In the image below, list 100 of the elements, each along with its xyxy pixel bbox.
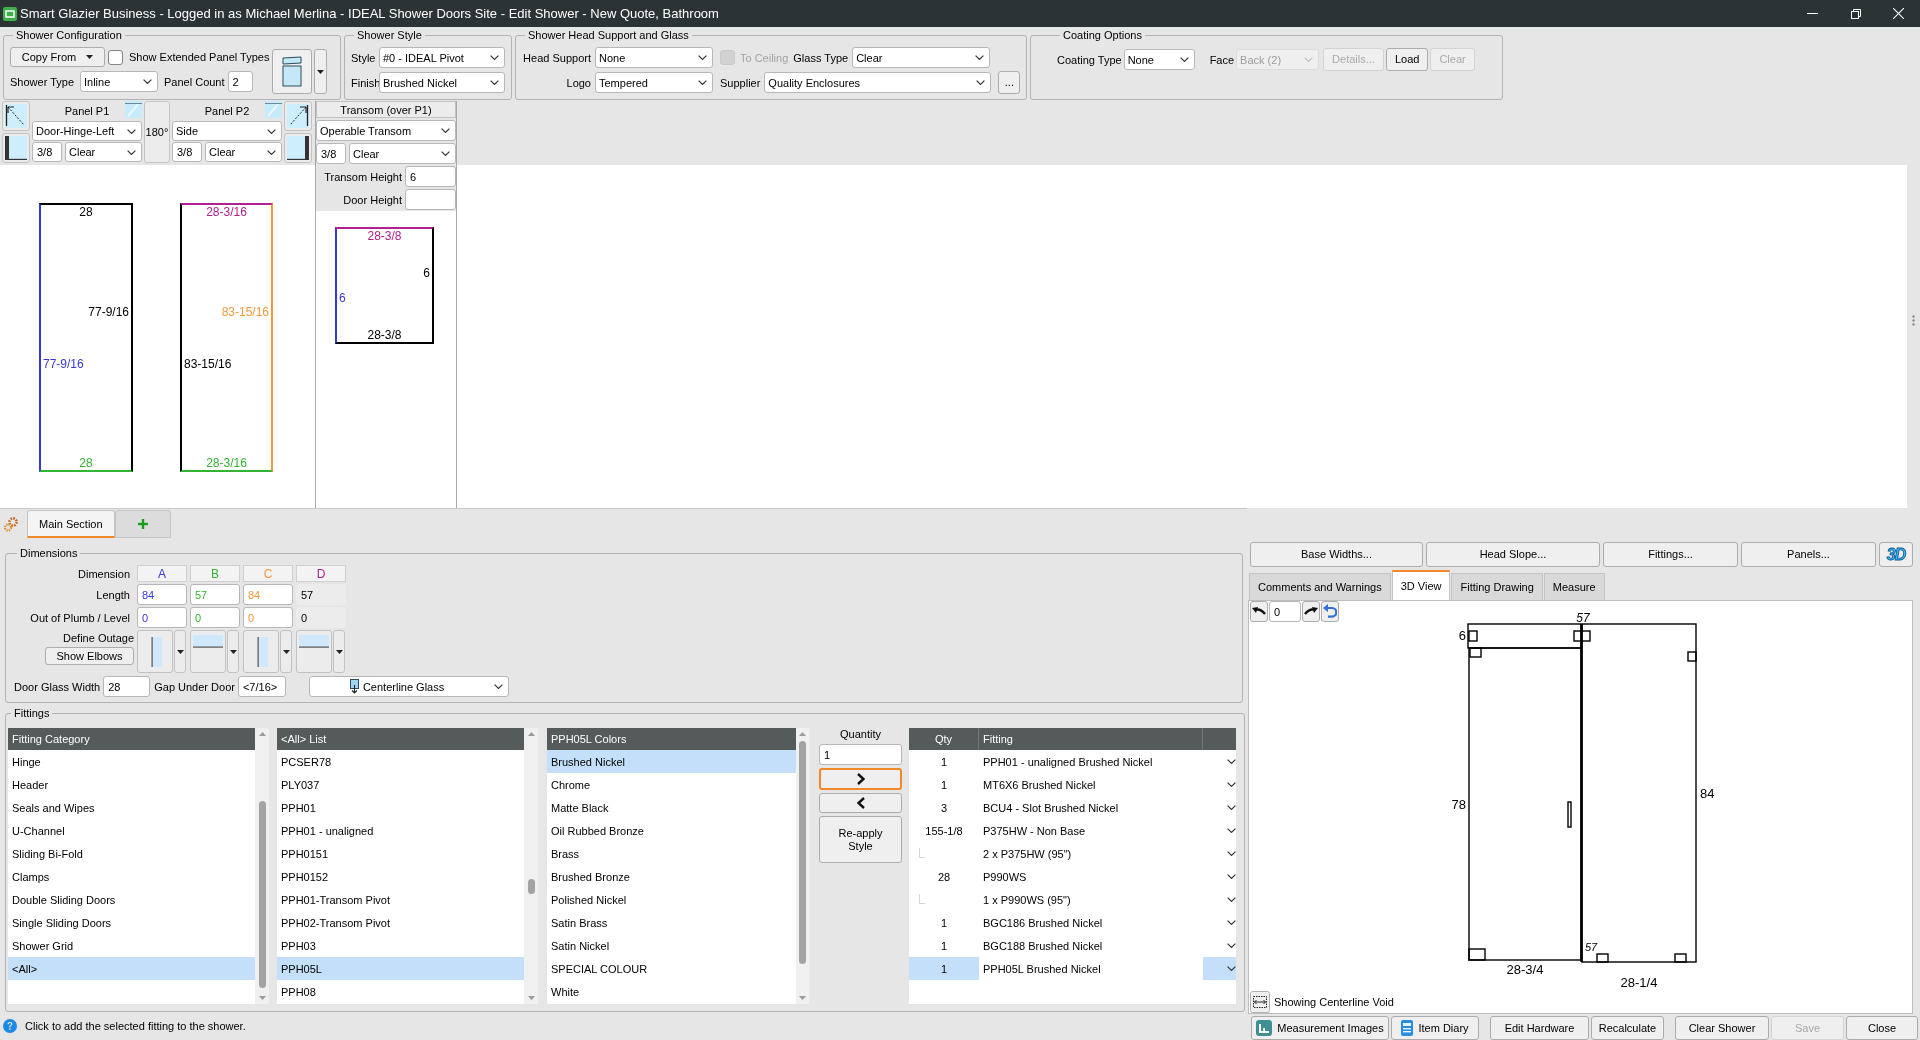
dialog-button[interactable]: Head Slope...	[1426, 542, 1600, 567]
scrollbar-thumb[interactable]	[527, 879, 535, 894]
coating-button[interactable]: Load	[1385, 48, 1429, 71]
dropdown[interactable]: Clear	[349, 143, 456, 164]
action-button[interactable]: Clear Shower	[1675, 1016, 1769, 1040]
chevron-down-icon	[143, 79, 152, 84]
text-field[interactable]: 6	[405, 166, 456, 187]
dropdown[interactable]: Clear	[65, 142, 142, 162]
text-field[interactable]	[405, 189, 456, 210]
dropdown[interactable]: Tempered	[595, 72, 713, 93]
dropdown[interactable]: Inline	[80, 71, 158, 92]
add-fitting-button[interactable]	[819, 768, 902, 790]
chevron-down-icon	[1227, 759, 1236, 764]
dropdown[interactable]: Quality Enclosures	[764, 72, 992, 93]
outage-menu-button[interactable]	[333, 630, 345, 673]
dropdown[interactable]: #0 - IDEAL Pivot	[379, 47, 505, 68]
panel-type-menu-button[interactable]	[314, 49, 327, 94]
list-item[interactable]: PPH05L	[277, 957, 524, 980]
dimension-label: 28	[79, 456, 93, 470]
action-button[interactable]: Close	[1846, 1016, 1918, 1040]
list-header: Fitting Category	[8, 728, 255, 750]
text-field[interactable]: 0	[137, 607, 187, 628]
outage-menu-button[interactable]	[280, 630, 292, 673]
more-button[interactable]: ...	[998, 71, 1021, 94]
text-field[interactable]: 1	[819, 744, 902, 765]
copy-from-button[interactable]: Copy From	[10, 47, 105, 67]
dialog-button[interactable]: Base Widths...	[1250, 542, 1423, 567]
group-title: Shower Head Support and Glass	[527, 28, 690, 42]
chevron-down-icon	[490, 55, 499, 60]
dropdown[interactable]: Clear	[205, 142, 282, 162]
field-label: Head Support	[522, 51, 591, 64]
row-label: Define Outage	[63, 632, 134, 644]
add-section-tab[interactable]	[114, 510, 171, 538]
text-field[interactable]: 28	[103, 676, 151, 697]
dropdown[interactable]: Brushed Nickel	[379, 72, 505, 93]
angle-button[interactable]: 180°	[144, 101, 170, 163]
view-tab[interactable]: Measure	[1543, 573, 1605, 600]
text-field[interactable]: 3/8	[316, 143, 346, 164]
restore-icon[interactable]	[1850, 8, 1861, 19]
dimension-label: 78	[1451, 797, 1466, 812]
view-tab[interactable]: Comments and Warnings	[1249, 573, 1391, 600]
view-tab[interactable]: 3D View	[1391, 570, 1451, 600]
dropdown[interactable]: None	[595, 47, 713, 68]
swing-direction-button[interactable]	[284, 101, 312, 131]
outage-menu-button[interactable]	[227, 630, 239, 673]
grip-icon[interactable]	[1912, 315, 1915, 326]
dialog-button[interactable]: Panels...	[1741, 542, 1876, 567]
panel-title: Panel P2	[204, 104, 250, 117]
outage-menu-button[interactable]	[174, 630, 186, 673]
scroll-up-icon	[799, 732, 806, 736]
scroll-down-icon	[527, 996, 535, 1000]
action-button[interactable]: Recalculate	[1591, 1016, 1664, 1040]
text-field[interactable]: 3/8	[172, 142, 202, 162]
dialog-button[interactable]: Fittings...	[1603, 542, 1738, 567]
text-field[interactable]: <7/16>	[237, 676, 286, 697]
tree-branch-icon	[919, 894, 925, 904]
field-label: Coating Type	[1057, 53, 1122, 66]
close-icon[interactable]	[1893, 8, 1904, 19]
chevron-right-icon	[856, 773, 865, 785]
reapply-style-button[interactable]: Re-apply Style	[819, 816, 902, 863]
action-button[interactable]: Item Diary	[1391, 1016, 1479, 1040]
panel-type-button[interactable]	[272, 49, 312, 94]
row-dropdown[interactable]	[1203, 957, 1236, 980]
remove-fitting-button[interactable]	[819, 793, 902, 813]
dropdown[interactable]: Side	[172, 121, 282, 141]
images-icon	[1256, 1020, 1273, 1036]
action-button[interactable]: Measurement Images	[1251, 1016, 1389, 1040]
chevron-down-icon	[267, 149, 276, 155]
action-button[interactable]: Edit Hardware	[1490, 1016, 1589, 1040]
scrollbar-thumb[interactable]	[258, 801, 266, 988]
dimension-label: 6	[423, 266, 430, 281]
rotate-right-button[interactable]	[1302, 601, 1320, 622]
dimension-label: 77-9/16	[43, 356, 84, 371]
undo-button[interactable]	[1321, 601, 1339, 622]
text-field[interactable]: 0	[1269, 601, 1301, 622]
panel-edge-button[interactable]	[2, 133, 30, 163]
caret-down-icon	[282, 649, 290, 654]
panel-edge-button[interactable]	[284, 133, 312, 163]
dropdown[interactable]: Centerline Glass	[308, 676, 509, 697]
dropdown[interactable]: Door-Hinge-Left	[32, 121, 142, 141]
swing-direction-button[interactable]	[2, 101, 30, 131]
text-field[interactable]: 2	[227, 71, 253, 92]
text-field[interactable]: 0	[296, 607, 346, 628]
scrollbar-thumb[interactable]	[799, 741, 806, 964]
section-tab[interactable]: Main Section	[27, 510, 115, 538]
text-field[interactable]: 3/8	[32, 142, 62, 162]
checkbox[interactable]	[108, 49, 123, 65]
text-field[interactable]: 84	[137, 584, 187, 605]
view-tab[interactable]: Fitting Drawing	[1451, 573, 1543, 600]
text-field[interactable]: 57	[296, 584, 346, 605]
caret-down-icon	[229, 649, 237, 654]
show-elbows-button[interactable]: Show Elbows	[45, 647, 134, 665]
dropdown[interactable]: Operable Transom	[316, 120, 456, 141]
rotate-left-button[interactable]	[1250, 601, 1268, 622]
dropdown[interactable]: None	[1123, 49, 1195, 70]
field-label: Supplier	[720, 76, 761, 89]
chevron-down-icon	[1304, 57, 1314, 62]
dropdown[interactable]: Clear	[852, 47, 991, 68]
list-item[interactable]: Brushed Nickel	[547, 750, 796, 773]
list-item[interactable]: <All>	[8, 957, 255, 980]
